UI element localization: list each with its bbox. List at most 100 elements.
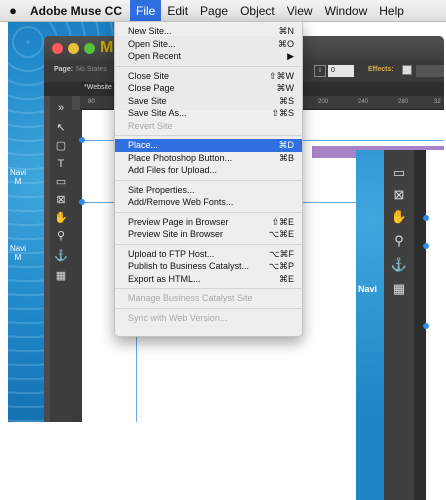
minimize-window-icon[interactable] [68, 43, 79, 54]
menu-item-label: Add Files for Upload... [128, 165, 218, 175]
menu-item-add-remove-web-fonts[interactable]: Add/Remove Web Fonts... [115, 196, 302, 209]
frame-tool-icon[interactable]: ⊠ [53, 192, 69, 208]
menu-edit[interactable]: Edit [161, 0, 194, 22]
nav-label-left-1: Navi M [10, 168, 26, 186]
selection-tool-icon[interactable]: ↖ [53, 120, 69, 136]
menu-item-close-site[interactable]: Close Site ⇧⌘W [115, 70, 302, 83]
tab-website[interactable]: *Website [84, 84, 112, 91]
anchor-icon[interactable]: ⚓ [390, 256, 408, 274]
menu-item-open-recent[interactable]: Open Recent ▶ [115, 50, 302, 63]
menu-window[interactable]: Window [319, 0, 374, 22]
menu-item-shortcut: ⌘D [278, 140, 295, 150]
widget-grid-icon[interactable]: ▦ [390, 280, 408, 298]
menu-item-label: Open Recent [128, 51, 182, 61]
page-state-select[interactable]: No States [76, 66, 107, 73]
submenu-arrow-icon: ▶ [287, 51, 294, 61]
menu-item-label: Save Site As... [128, 108, 187, 118]
menu-item-export-as-html[interactable]: Export as HTML... ⌘E [115, 273, 302, 286]
guide-handle[interactable] [423, 323, 429, 329]
vertical-ruler [72, 110, 82, 422]
crop-tool-icon[interactable]: ▢ [53, 138, 69, 154]
nav-label-sub: M [14, 253, 22, 262]
file-menu: New Site... ⌘N Open Site... ⌘O Open Recent ▶ C… [114, 21, 303, 337]
guide-handle[interactable] [79, 199, 85, 205]
menu-item-label: Place Photoshop Button... [128, 152, 233, 163]
menu-page[interactable]: Page [194, 0, 234, 22]
menu-item-place[interactable]: Place... ⌘D [115, 139, 302, 152]
zoom-window-icon[interactable] [84, 43, 95, 54]
menu-item-sync-with-web-version: Sync with Web Version... [115, 312, 302, 325]
menu-item-upload-to-ftp-host[interactable]: Upload to FTP Host... ⌥⌘F [115, 248, 302, 261]
tools-collapse-icon[interactable]: » [53, 100, 69, 116]
guide-handle[interactable] [423, 243, 429, 249]
menu-item-preview-page-in-browser[interactable]: Preview Page in Browser ⇧⌘E [115, 216, 302, 229]
menu-item-shortcut: ⌘W [276, 83, 295, 93]
zoom-tool-icon[interactable]: ⚲ [390, 232, 408, 250]
zoom-tool-icon[interactable]: ⚲ [53, 228, 69, 244]
frame-tool-icon[interactable]: ⊠ [390, 186, 408, 204]
menu-item-shortcut: ⌘B [278, 152, 294, 163]
menu-item-preview-site-in-browser[interactable]: Preview Site in Browser ⌥⌘E [115, 228, 302, 241]
menu-item-save-site-as[interactable]: Save Site As... ⇧⌘S [115, 107, 302, 120]
ruler-tick: 240 [358, 99, 369, 105]
ruler-tick: 80 [88, 99, 95, 105]
menu-object[interactable]: Object [234, 0, 281, 22]
nav-label-left-2: Navi M [10, 244, 26, 262]
menu-item-add-files-for-upload[interactable]: Add Files for Upload... [115, 164, 302, 177]
menu-item-label: Manage Business Catalyst Site [128, 293, 253, 303]
menu-item-site-properties[interactable]: Site Properties... [115, 184, 302, 197]
menu-item-label: New Site... [128, 26, 172, 36]
screen: ● Adobe Muse CC File Edit Page Object Vi… [0, 0, 446, 500]
menu-item-label: Open Site... [128, 38, 176, 49]
effects-value[interactable] [416, 65, 444, 77]
menu-separator [115, 307, 302, 309]
menu-item-open-site[interactable]: Open Site... ⌘O [115, 38, 302, 51]
menu-item-label: Export as HTML... [128, 273, 201, 284]
menu-item-save-site[interactable]: Save Site ⌘S [115, 95, 302, 108]
widget-grid-icon[interactable]: ▦ [53, 268, 69, 284]
menu-item-shortcut: ⇧⌘S [271, 108, 294, 118]
menu-file[interactable]: File [130, 0, 162, 22]
rectangle-tool-icon[interactable]: ▭ [390, 164, 408, 182]
hand-tool-icon[interactable]: ✋ [390, 208, 408, 226]
text-tool-icon[interactable]: T [53, 156, 69, 172]
effects-toggle-icon[interactable] [402, 65, 412, 75]
second-window: Navi ▭ ⊠ ✋ ⚲ ⚓ ▦ [356, 150, 446, 500]
menu-item-label: Place... [128, 140, 159, 150]
menu-item-new-site[interactable]: New Site... ⌘N [115, 25, 302, 38]
stepper-icon[interactable]: ↕ [314, 65, 326, 77]
apple-logo-icon[interactable]: ● [0, 3, 26, 18]
close-window-icon[interactable] [52, 43, 63, 54]
menu-separator [115, 211, 302, 213]
menu-item-manage-business-catalyst-site: Manage Business Catalyst Site [115, 292, 302, 305]
anchor-icon[interactable]: ⚓ [53, 248, 69, 264]
menu-item-shortcut: ⌥⌘F [269, 248, 294, 259]
menu-view[interactable]: View [281, 0, 319, 22]
guide-handle[interactable] [423, 215, 429, 221]
menu-item-label: Add/Remove Web Fonts... [128, 197, 234, 207]
menu-item-revert-site: Revert Site [115, 120, 302, 133]
menu-item-label: Upload to FTP Host... [128, 248, 215, 259]
menu-item-close-page[interactable]: Close Page ⌘W [115, 82, 302, 95]
menu-separator [115, 243, 302, 245]
menu-item-shortcut: ⌘O [277, 38, 294, 49]
menu-item-label: Close Site [128, 70, 170, 81]
menu-item-place-photoshop-button[interactable]: Place Photoshop Button... ⌘B [115, 152, 302, 165]
effects-label: Effects: [368, 66, 394, 73]
ruler-tick: 280 [398, 99, 409, 105]
menu-help[interactable]: Help [373, 0, 410, 22]
menu-item-shortcut: ⌘E [278, 273, 294, 284]
size-field[interactable]: 0 [328, 65, 354, 77]
hand-tool-icon[interactable]: ✋ [53, 210, 69, 226]
menu-item-label: Publish to Business Catalyst... [128, 261, 250, 271]
design-canvas-right[interactable] [423, 150, 446, 500]
menu-item-publish-to-business-catalyst[interactable]: Publish to Business Catalyst... ⌥⌘P [115, 260, 302, 273]
guide-handle[interactable] [79, 137, 85, 143]
menu-item-label: Preview Site in Browser [128, 229, 224, 239]
app-menu[interactable]: Adobe Muse CC [26, 0, 130, 22]
menu-item-shortcut: ⇧⌘W [268, 70, 294, 81]
tools-panel-right: ▭ ⊠ ✋ ⚲ ⚓ ▦ [384, 150, 414, 500]
menu-item-shortcut: ⌥⌘P [268, 261, 294, 271]
tools-panel: » ↖ ▢ T ▭ ⊠ ✋ ⚲ ⚓ ▦ [50, 96, 72, 422]
rectangle-tool-icon[interactable]: ▭ [53, 174, 69, 190]
